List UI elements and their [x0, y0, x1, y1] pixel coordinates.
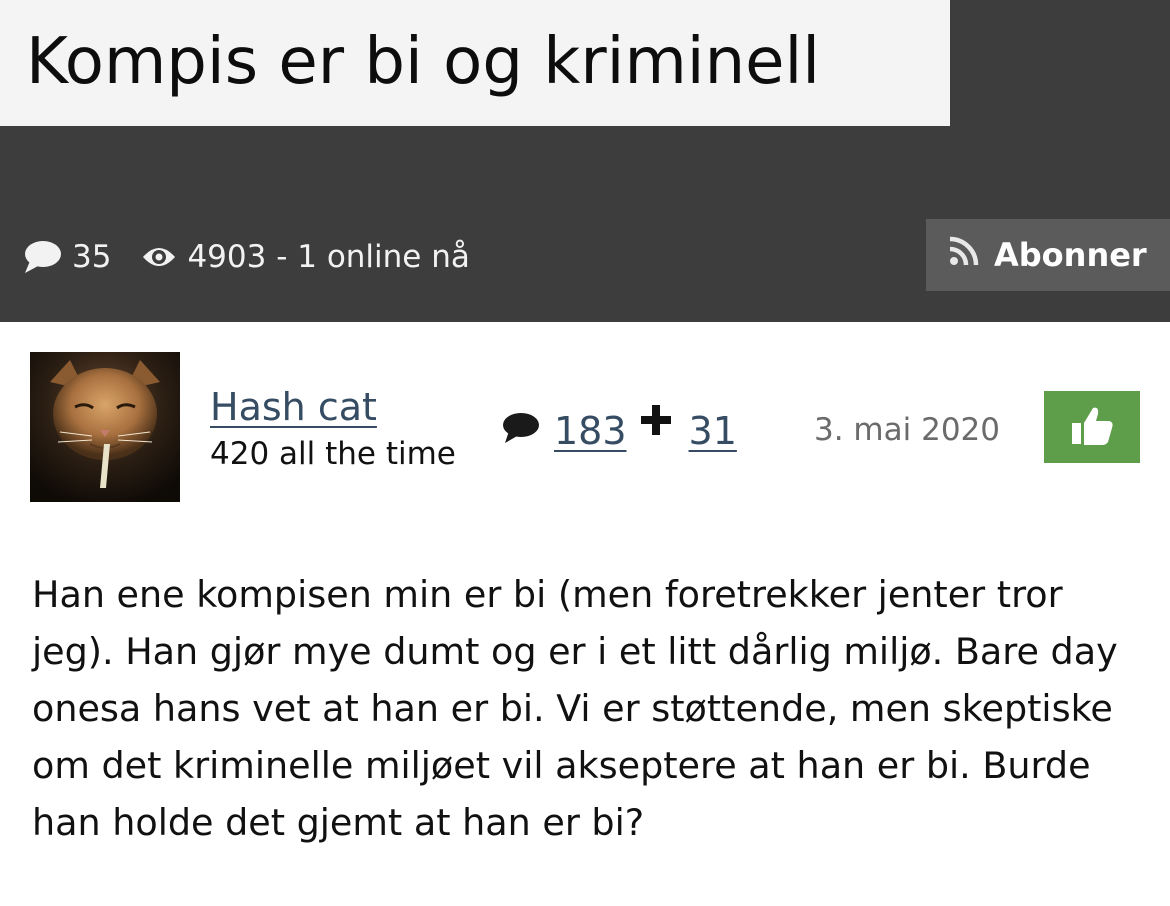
rss-icon [946, 233, 994, 277]
thread-header: Kompis er bi og kriminell 35 4903 - 1 on… [0, 0, 1170, 322]
eye-icon [141, 244, 177, 270]
thumbs-up-icon [1069, 402, 1115, 452]
post-body: Han ene kompisen min er bi (men foretrek… [32, 573, 1118, 844]
avatar[interactable] [30, 352, 180, 502]
thread-title: Kompis er bi og kriminell [26, 25, 821, 99]
plus-icon [640, 405, 671, 439]
author-title: 420 all the time [210, 436, 456, 472]
like-button[interactable] [1044, 391, 1140, 463]
speech-bubble-icon [500, 411, 540, 451]
post-count-link[interactable]: 183 [554, 409, 627, 453]
speech-bubble-icon [22, 239, 62, 275]
author-link[interactable]: Hash cat [210, 382, 377, 432]
subscribe-button[interactable]: Abonner [926, 219, 1170, 291]
thread-stats: 35 4903 - 1 online nå [22, 232, 470, 282]
title-box: Kompis er bi og kriminell [0, 0, 950, 126]
subscribe-label: Abonner [994, 236, 1147, 274]
post-date: 3. mai 2020 [814, 412, 1000, 448]
bonus-count-link[interactable]: 31 [689, 409, 737, 453]
views-online-text: 4903 - 1 online nå [187, 239, 470, 275]
comment-count: 35 [72, 239, 112, 275]
author-post-stats: 183 31 [500, 396, 737, 466]
